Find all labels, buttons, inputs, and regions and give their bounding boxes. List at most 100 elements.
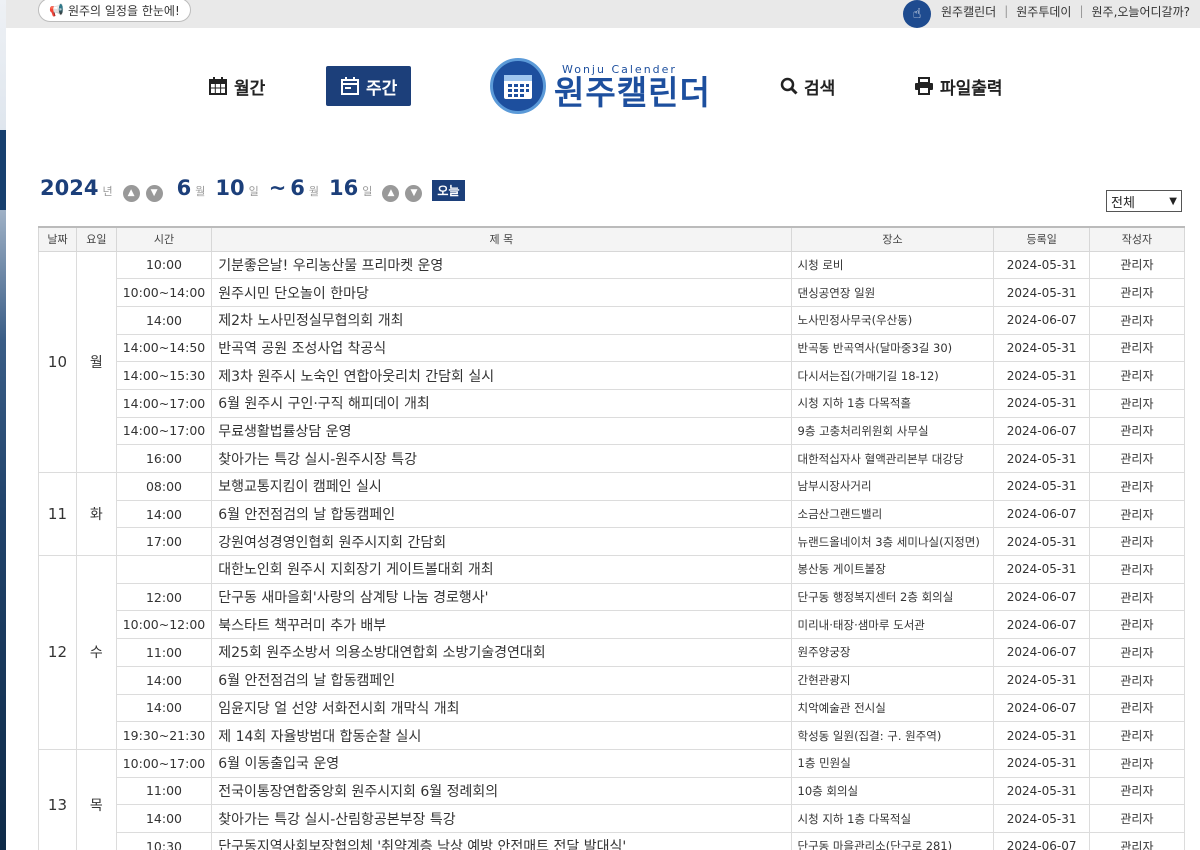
top-link-where[interactable]: 원주,오늘어디갈까? — [1091, 3, 1190, 20]
notice-text: 원주의 일정을 한눈에! — [67, 3, 180, 18]
calendar-icon — [341, 77, 359, 95]
top-link-calendar[interactable]: 원주캘린더 — [941, 3, 996, 20]
author-cell: 관리자 — [1088, 831, 1186, 850]
table-row[interactable]: 14:00~17:00 무료생활법률상담 운영 9층 고충처리위원회 사무실 2024… — [39, 416, 1186, 446]
title-cell[interactable]: 제25회 원주소방서 의용소방대연합회 소방기술경연대회 — [211, 638, 792, 667]
time-cell: 11:00 — [115, 776, 213, 806]
title-cell[interactable]: 반곡역 공원 조성사업 착공식 — [211, 333, 792, 363]
table-row[interactable]: 14:00~17:00 6월 원주시 구인·구직 해피데이 개최 시청 지하 1층 … — [39, 388, 1186, 418]
table-row[interactable]: 12:00 단구동 새마을회'사랑의 삼계탕 나눔 경로행사' 단구동 행정복지센터… — [39, 582, 1186, 612]
time-cell: 14:00~17:00 — [115, 416, 213, 446]
today-button[interactable]: 오늘 — [432, 180, 465, 201]
title-cell[interactable]: 임윤지당 얼 선양 서화전시회 개막식 개최 — [211, 693, 792, 723]
table-row[interactable]: 14:00 6월 안전점검의 날 합동캠페인 간현관광지 2024-05-31 관리자 — [39, 665, 1186, 695]
time-cell: 14:00 — [115, 499, 213, 529]
megaphone-icon: 📢 — [49, 3, 64, 17]
time-cell: 14:00~17:00 — [115, 388, 213, 418]
table-row[interactable]: 14:00 찾아가는 특강 실시-산림항공본부장 특강 시청 지하 1층 다목적실 2… — [39, 804, 1186, 833]
year-up-icon[interactable]: ▲ — [122, 184, 140, 202]
table-row[interactable]: 10:00~12:00 북스타트 책꾸러미 추가 배부 미리내·태장·샘마루 도서관… — [39, 610, 1186, 640]
place-cell: 9층 고충처리위원회 사무실 — [790, 416, 995, 446]
top-link-today[interactable]: 원주투데이 — [1016, 3, 1071, 20]
week-up-icon[interactable]: ▲ — [382, 184, 400, 202]
place-cell: 봉산동 게이트볼장 — [790, 555, 995, 584]
title-cell[interactable]: 6월 이동출입국 운영 — [211, 748, 792, 778]
title-cell[interactable]: 보행교통지킴이 캠페인 실시 — [211, 472, 792, 501]
title-cell[interactable]: 강원여성경영인협회 원주시지회 간담회 — [211, 527, 792, 557]
title-cell[interactable]: 기분좋은날! 우리농산물 프리마켓 운영 — [211, 250, 792, 280]
column-header: 제 목 — [211, 226, 792, 252]
nav-weekly-label: 주간 — [366, 78, 398, 99]
table-row[interactable]: 19:30~21:30 제 14회 자율방범대 합동순찰 실시 학성동 일원(집결:… — [39, 721, 1186, 750]
registered-date-cell: 2024-05-31 — [993, 804, 1090, 833]
author-cell: 관리자 — [1088, 361, 1186, 390]
time-cell: 10:00~14:00 — [115, 278, 213, 307]
title-cell[interactable]: 원주시민 단오놀이 한마당 — [211, 278, 792, 307]
table-row[interactable]: 13 목 10:00~17:00 6월 이동출입국 운영 1층 민원실 2024-05-3… — [38, 748, 1186, 850]
year-down-icon[interactable]: ▼ — [145, 184, 163, 202]
table-row[interactable]: 10 월 10:00 기분좋은날! 우리농산물 프리마켓 운영 시청 로비 2024-05… — [38, 250, 1186, 473]
day-unit: 일 — [362, 185, 373, 198]
weekday-cell: 수 — [75, 555, 117, 750]
nav-monthly[interactable]: 월간 — [208, 66, 265, 106]
title-cell[interactable]: 제3차 원주시 노숙인 연합아웃리치 간담회 실시 — [211, 361, 792, 390]
title-cell[interactable]: 6월 원주시 구인·구직 해피데이 개최 — [211, 388, 792, 418]
place-cell: 10층 회의실 — [790, 776, 995, 806]
table-row[interactable]: 14:00 제2차 노사민정실무협의회 개최 노사민정사무국(우산동) 2024-06… — [39, 305, 1186, 335]
title-cell[interactable]: 6월 안전점검의 날 합동캠페인 — [211, 665, 792, 695]
registered-date-cell: 2024-05-31 — [993, 388, 1090, 418]
title-cell[interactable]: 북스타트 책꾸러미 추가 배부 — [211, 610, 792, 640]
top-bar: 📢 원주의 일정을 한눈에! ☝ 원주캘린더 | 원주투데이 | 원주,오늘어디… — [6, 0, 1200, 28]
title-cell[interactable]: 찾아가는 특강 실시-원주시장 특강 — [211, 444, 792, 473]
table-body: 10 월 10:00 기분좋은날! 우리농산물 프리마켓 운영 시청 로비 2024-05… — [38, 250, 1186, 850]
author-cell: 관리자 — [1088, 388, 1186, 418]
registered-date-cell: 2024-05-31 — [993, 444, 1090, 473]
table-row[interactable]: 16:00 찾아가는 특강 실시-원주시장 특강 대한적십자사 혈액관리본부 대강당… — [39, 444, 1186, 473]
day-cell: 13 — [38, 748, 77, 850]
title-cell[interactable]: 찾아가는 특강 실시-산림항공본부장 특강 — [211, 804, 792, 833]
table-row[interactable]: 14:00 6월 안전점검의 날 합동캠페인 소금산그랜드밸리 2024-06-07 관… — [39, 499, 1186, 529]
title-cell[interactable]: 단구동 새마을회'사랑의 삼계탕 나눔 경로행사' — [211, 582, 792, 612]
title-cell[interactable]: 제2차 노사민정실무협의회 개최 — [211, 305, 792, 335]
author-cell: 관리자 — [1088, 582, 1186, 612]
registered-date-cell: 2024-06-07 — [993, 305, 1090, 335]
title-cell[interactable]: 무료생활법률상담 운영 — [211, 416, 792, 446]
title-cell[interactable]: 제 14회 자율방범대 합동순찰 실시 — [211, 721, 792, 750]
time-cell — [115, 555, 213, 584]
column-header: 등록일 — [993, 226, 1090, 252]
author-cell: 관리자 — [1088, 278, 1186, 307]
table-row[interactable]: 10:00~14:00 원주시민 단오놀이 한마당 댄싱공연장 일원 2024-05-… — [39, 278, 1186, 307]
registered-date-cell: 2024-06-07 — [993, 610, 1090, 640]
nav-search[interactable]: 검색 — [780, 66, 835, 106]
title-cell[interactable]: 단구동지역사회보장협의체 '취약계층 낙상 예방 안전매트 전달 발대식' — [211, 831, 792, 850]
day-cell: 10 — [38, 250, 77, 473]
calendar-logo-icon — [490, 58, 546, 114]
table-row[interactable]: 12 수 대한노인회 원주시 지회장기 게이트볼대회 개최 봉산동 게이트볼장 2024… — [38, 555, 1186, 750]
calendar-grid-icon — [209, 77, 227, 95]
week-down-icon[interactable]: ▼ — [405, 184, 423, 202]
table-row[interactable]: 14:00~15:30 제3차 원주시 노숙인 연합아웃리치 간담회 실시 다시서는… — [39, 361, 1186, 390]
table-row[interactable]: 14:00~14:50 반곡역 공원 조성사업 착공식 반곡동 반곡역사(달마중3길… — [39, 333, 1186, 363]
category-select[interactable]: 전체 ▼ — [1106, 190, 1182, 212]
table-row[interactable]: 11:00 전국이통장연합중앙회 원주시지회 6월 정례회의 10층 회의실 2024… — [39, 776, 1186, 806]
time-cell: 14:00~15:30 — [115, 361, 213, 390]
logo[interactable]: Wonju Calender 원주캘린더 — [490, 56, 711, 116]
table-row[interactable]: 11 화 08:00 보행교통지킴이 캠페인 실시 남부시장사거리 2024-05-31 관… — [38, 471, 1186, 557]
place-cell: 시청 지하 1층 다목적홀 — [790, 388, 995, 418]
author-cell: 관리자 — [1088, 693, 1186, 723]
date-range: 2024 년 ▲ ▼ 6 월 10 일 ~ 6 월 16 일 ▲ ▼ 오늘 — [40, 176, 465, 202]
title-cell[interactable]: 전국이통장연합중앙회 원주시지회 6월 정례회의 — [211, 776, 792, 806]
table-row[interactable]: 11:00 제25회 원주소방서 의용소방대연합회 소방기술경연대회 원주양궁장 20… — [39, 638, 1186, 667]
table-row[interactable]: 10:30 단구동지역사회보장협의체 '취약계층 낙상 예방 안전매트 전달 발대… — [39, 831, 1186, 850]
place-cell: 치악예술관 전시실 — [790, 693, 995, 723]
registered-date-cell: 2024-05-31 — [993, 665, 1090, 695]
title-cell[interactable]: 대한노인회 원주시 지회장기 게이트볼대회 개최 — [211, 555, 792, 584]
nav-print[interactable]: 파일출력 — [914, 66, 1003, 106]
nav-weekly[interactable]: 주간 — [326, 66, 412, 106]
table-row[interactable]: 14:00 임윤지당 얼 선양 서화전시회 개막식 개최 치악예술관 전시실 2024… — [39, 693, 1186, 723]
title-cell[interactable]: 6월 안전점검의 날 합동캠페인 — [211, 499, 792, 529]
category-select-value: 전체 — [1111, 195, 1135, 211]
chevron-down-icon: ▼ — [1169, 195, 1177, 207]
table-row[interactable]: 17:00 강원여성경영인협회 원주시지회 간담회 뉴랜드올네이처 3층 세미나실(… — [39, 527, 1186, 557]
author-cell: 관리자 — [1088, 305, 1186, 335]
